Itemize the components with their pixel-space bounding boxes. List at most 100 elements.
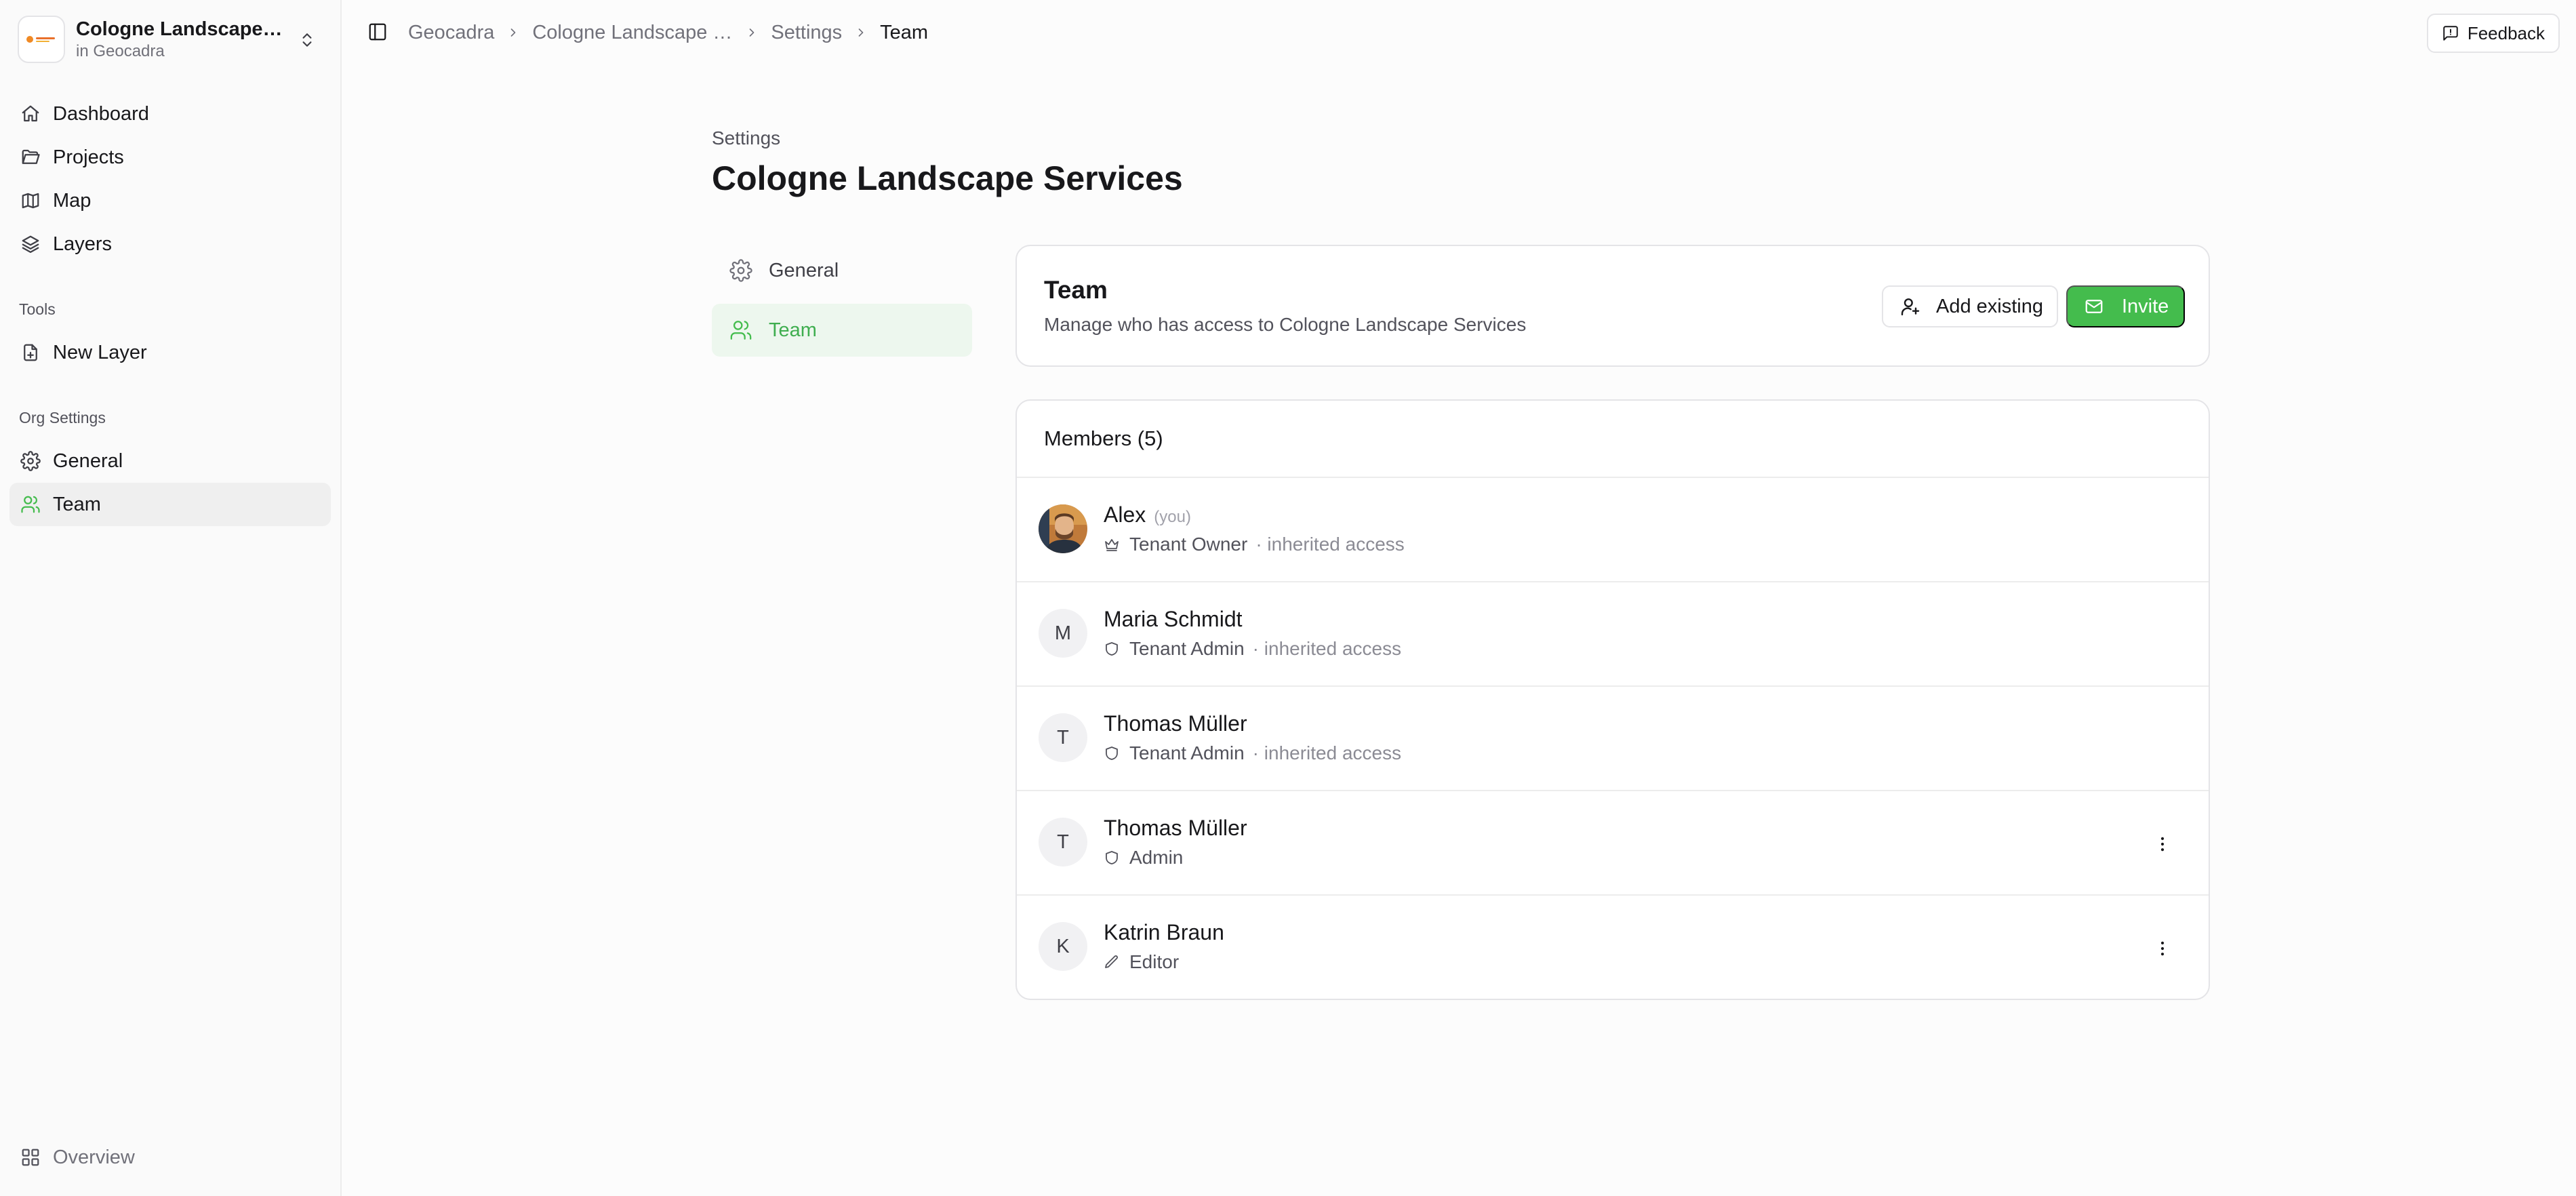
grid-icon (20, 1147, 41, 1168)
page-title: Cologne Landscape Services (712, 159, 1183, 197)
chevron-right-icon (745, 26, 759, 39)
sidebar-item-team[interactable]: Team (9, 483, 331, 526)
org-switcher[interactable]: Cologne Landscape Services in Geocadra (16, 12, 325, 66)
member-name: Alex (you) (1104, 502, 1191, 527)
sidebar-item-new-layer[interactable]: New Layer (9, 331, 331, 374)
member-actions-button[interactable] (2149, 831, 2176, 858)
sidebar-item-label: Map (53, 189, 92, 212)
sidebar-item-label: Dashboard (53, 102, 149, 125)
member-role: Admin (1104, 847, 1183, 869)
member-role: Editor (1104, 951, 1179, 973)
breadcrumb-item-org[interactable]: Cologne Landscape Services (532, 22, 733, 44)
chevron-right-icon (506, 26, 520, 39)
sidebar-item-label: Layers (53, 233, 113, 255)
pencil-icon (1104, 954, 1120, 970)
sidebar: Cologne Landscape Services in Geocadra D… (0, 0, 342, 1196)
avatar (1039, 504, 1087, 553)
avatar: K (1039, 922, 1087, 971)
sidebar-item-label: General (53, 450, 123, 472)
invite-label: Invite (2122, 295, 2169, 317)
users-icon (20, 494, 41, 515)
gear-icon (729, 259, 752, 282)
sidebar-item-label: Projects (53, 146, 124, 168)
sidebar-item-layers[interactable]: Layers (9, 222, 331, 266)
sidebar-item-label: New Layer (53, 341, 147, 363)
map-icon (20, 191, 41, 211)
invite-button[interactable]: Invite (2066, 285, 2186, 327)
member-role: Tenant Admin · inherited access (1104, 742, 1401, 764)
breadcrumb-item-settings[interactable]: Settings (771, 22, 842, 44)
sidebar-item-general[interactable]: General (9, 439, 331, 483)
mail-icon (2084, 296, 2104, 317)
member-name: Thomas Müller (1104, 816, 1247, 840)
member-name: Thomas Müller (1104, 711, 1247, 736)
org-settings-section-label: Org Settings (19, 409, 106, 426)
crown-icon (1104, 536, 1120, 553)
feedback-button[interactable]: Feedback (2426, 14, 2560, 53)
chevron-right-icon (854, 26, 868, 39)
sidebar-item-map[interactable]: Map (9, 179, 331, 222)
avatar: T (1039, 818, 1087, 866)
feedback-label: Feedback (2467, 22, 2545, 43)
member-role-text: Tenant Admin (1129, 742, 1245, 763)
settings-subnav: General Team (712, 244, 972, 363)
add-existing-label: Add existing (1936, 295, 2043, 317)
member-name: Katrin Braun (1104, 920, 1224, 944)
member-access-text: · inherited access (1255, 534, 1405, 555)
org-name: Cologne Landscape Services (76, 18, 286, 40)
team-card-title: Team (1044, 276, 1108, 304)
file-plus-icon (20, 342, 41, 363)
sidebar-toggle-icon[interactable] (367, 22, 388, 42)
member-row: M Maria Schmidt Tenant Admin · inherited… (1017, 582, 2209, 687)
home-icon (20, 104, 41, 124)
gear-icon (20, 451, 41, 471)
layers-icon (20, 234, 41, 254)
member-role: Tenant Owner · inherited access (1104, 534, 1405, 555)
members-card: Members (5) Alex (you) Tenant Owner · in… (1015, 399, 2210, 1000)
member-row: T Thomas Müller Tenant Admin · inherited… (1017, 687, 2209, 791)
avatar: T (1039, 713, 1087, 762)
member-role-text: Tenant Admin (1129, 638, 1245, 659)
member-name-text: Alex (1104, 502, 1146, 527)
folder-open-icon (20, 147, 41, 167)
member-row: K Katrin Braun Editor (1017, 896, 2209, 1000)
member-name: Maria Schmidt (1104, 607, 1243, 631)
main-nav: Dashboard Projects Map Layers (9, 92, 331, 266)
sidebar-item-overview[interactable]: Overview (9, 1136, 331, 1179)
settings-tab-general[interactable]: General (712, 244, 972, 297)
you-tag: (you) (1154, 508, 1191, 526)
org-subtitle: in Geocadra (76, 42, 165, 60)
member-row: Alex (you) Tenant Owner · inherited acces… (1017, 478, 2209, 582)
add-existing-button[interactable]: Add existing (1882, 285, 2058, 327)
sidebar-item-dashboard[interactable]: Dashboard (9, 92, 331, 136)
settings-tab-team[interactable]: Team (712, 304, 972, 357)
team-card: Team Manage who has access to Cologne La… (1015, 245, 2210, 367)
overview-nav: Overview (9, 1136, 331, 1179)
shield-icon (1104, 745, 1120, 761)
breadcrumb-item-geocadra[interactable]: Geocadra (408, 22, 494, 44)
member-role-text: Tenant Owner (1129, 534, 1248, 555)
team-card-description: Manage who has access to Cologne Landsca… (1044, 314, 1527, 335)
message-square-icon (2442, 24, 2459, 42)
more-vertical-icon (2153, 835, 2172, 854)
member-row: T Thomas Müller Admin (1017, 791, 2209, 896)
org-logo (18, 16, 65, 63)
topbar: Geocadra Cologne Landscape Services Sett… (343, 0, 2576, 66)
org-settings-nav: General Team (9, 439, 331, 526)
shield-icon (1104, 850, 1120, 866)
member-actions-button[interactable] (2149, 935, 2176, 962)
settings-tab-label: Team (769, 319, 817, 341)
user-plus-icon (1899, 296, 1921, 317)
breadcrumb-item-team: Team (880, 21, 929, 43)
settings-tab-label: General (769, 259, 839, 281)
shield-icon (1104, 641, 1120, 657)
member-role: Tenant Admin · inherited access (1104, 638, 1401, 660)
chevrons-up-down-icon (298, 30, 316, 50)
member-access-text: · inherited access (1252, 742, 1402, 763)
more-vertical-icon (2153, 939, 2172, 958)
tools-section-label: Tools (19, 300, 56, 318)
member-role-text: Editor (1129, 951, 1180, 972)
avatar: M (1039, 609, 1087, 658)
sidebar-item-projects[interactable]: Projects (9, 136, 331, 179)
member-access-text: · inherited access (1252, 638, 1402, 659)
